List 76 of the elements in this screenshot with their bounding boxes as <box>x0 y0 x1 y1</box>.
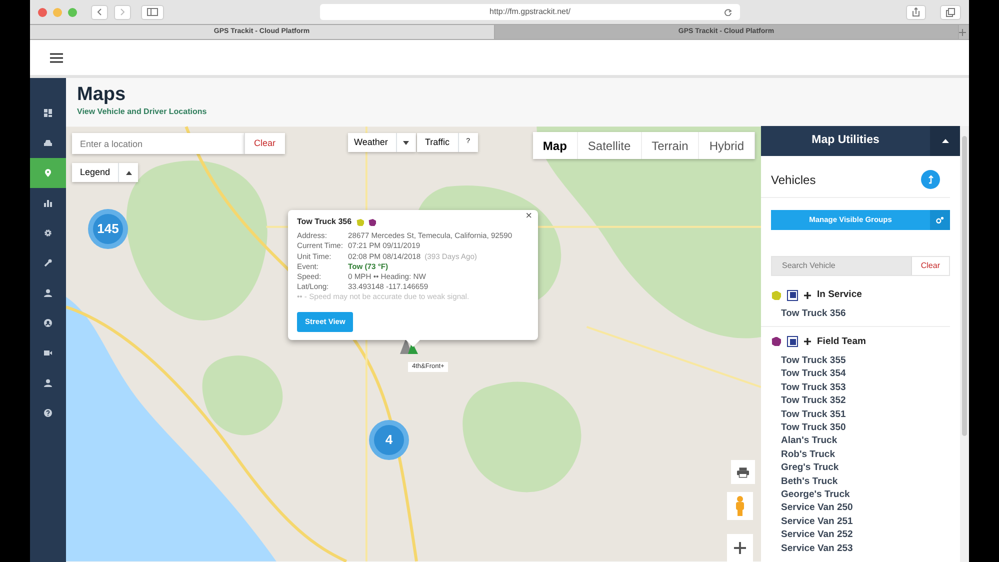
tabs-icon <box>946 8 955 16</box>
dashboard-icon <box>44 109 52 117</box>
upload-button[interactable] <box>921 170 940 189</box>
help-icon <box>44 409 52 417</box>
legend-label: Legend <box>80 166 112 179</box>
weather-dropdown[interactable]: Weather <box>348 133 416 152</box>
chevron-left-icon <box>97 8 102 16</box>
person-icon <box>735 496 745 516</box>
clear-button[interactable]: Clear <box>244 133 285 154</box>
plus-icon <box>959 28 966 36</box>
caret-down-icon <box>403 140 410 144</box>
menu-button[interactable] <box>50 52 63 62</box>
arrow-up-icon <box>928 175 934 184</box>
group-name[interactable]: In Service <box>817 288 862 302</box>
group-name[interactable]: Field Team <box>817 334 866 349</box>
vehicle-item[interactable]: Rob's Truck <box>761 448 960 462</box>
zoom-in-button[interactable] <box>727 534 753 562</box>
map-type-tab[interactable]: Terrain <box>642 132 700 159</box>
panel-title: Map Utilities <box>810 133 880 148</box>
user-circle-icon <box>44 319 52 327</box>
gears-icon <box>936 216 944 224</box>
legend-dropdown[interactable]: Legend <box>72 163 138 182</box>
scrollbar-thumb[interactable] <box>962 136 967 436</box>
weather-label: Weather <box>354 136 389 149</box>
caret-up-icon <box>942 139 948 143</box>
plus-icon[interactable] <box>804 338 811 346</box>
vehicle-item[interactable]: Tow Truck 356 <box>761 307 950 321</box>
person-icon <box>44 379 52 387</box>
vehicle-item[interactable]: Tow Truck 351 <box>761 408 960 421</box>
vehicle-item[interactable]: Beth's Truck <box>761 474 960 488</box>
plus-icon <box>734 542 746 554</box>
vehicle-item[interactable]: Service Van 250 <box>761 501 960 515</box>
plus-icon[interactable] <box>804 292 811 299</box>
video-camera-icon <box>44 349 52 357</box>
map-type-tab[interactable]: Satellite <box>578 132 642 159</box>
bar-chart-icon <box>44 199 52 207</box>
menu-icon <box>50 52 63 62</box>
url-text: http://fm.gpstrackit.net/ <box>490 6 570 18</box>
group-settings-button[interactable] <box>930 210 950 230</box>
print-button[interactable] <box>731 460 755 484</box>
share-icon <box>912 7 920 17</box>
page-title: Maps <box>77 84 127 106</box>
map-pin-icon <box>44 169 52 177</box>
sidebar-icon <box>147 8 158 16</box>
sidebar-toggle-button[interactable] <box>141 4 164 20</box>
caret-up-icon <box>126 170 132 174</box>
vehicle-item[interactable]: Service Van 252 <box>761 528 960 542</box>
group-checkbox[interactable] <box>787 290 798 301</box>
section-title: Vehicles <box>771 172 816 188</box>
tabs-button[interactable] <box>940 4 961 20</box>
vehicle-item[interactable]: Greg's Truck <box>761 461 960 475</box>
wrench-icon <box>44 259 52 267</box>
vehicle-item[interactable]: Tow Truck 354 <box>761 367 960 381</box>
vehicle-item[interactable]: George's Truck <box>761 488 960 502</box>
settings-icon <box>44 229 52 237</box>
close-button[interactable]: × <box>526 211 532 222</box>
address-bar[interactable]: http://fm.gpstrackit.net/ <box>320 4 740 20</box>
map-type-tab[interactable]: Map <box>532 132 578 159</box>
vehicle-item[interactable]: Service Van 253 <box>761 542 960 555</box>
reload-icon[interactable] <box>724 8 732 16</box>
vehicle-item[interactable]: Service Van 251 <box>761 514 960 528</box>
group-checkbox[interactable] <box>787 336 798 348</box>
vehicle-item[interactable]: Tow Truck 355 <box>761 354 960 368</box>
vehicle-item[interactable]: Tow Truck 352 <box>761 394 960 408</box>
printer-icon <box>737 466 749 478</box>
popup-title: Tow Truck 356 <box>297 217 352 228</box>
vehicle-item[interactable]: Tow Truck 350 <box>761 420 960 434</box>
back-button[interactable] <box>91 4 108 20</box>
vehicle-item[interactable]: Alan's Truck <box>761 434 960 448</box>
map-type-tab[interactable]: Hybrid <box>699 132 755 159</box>
share-button[interactable] <box>906 4 926 20</box>
chevron-right-icon <box>120 8 125 16</box>
vehicle-item[interactable]: Tow Truck 353 <box>761 380 960 394</box>
location-search-field[interactable]: Enter a location <box>72 133 244 154</box>
person-icon <box>44 289 52 297</box>
page-subtitle: View Vehicle and Driver Locations <box>77 106 208 118</box>
